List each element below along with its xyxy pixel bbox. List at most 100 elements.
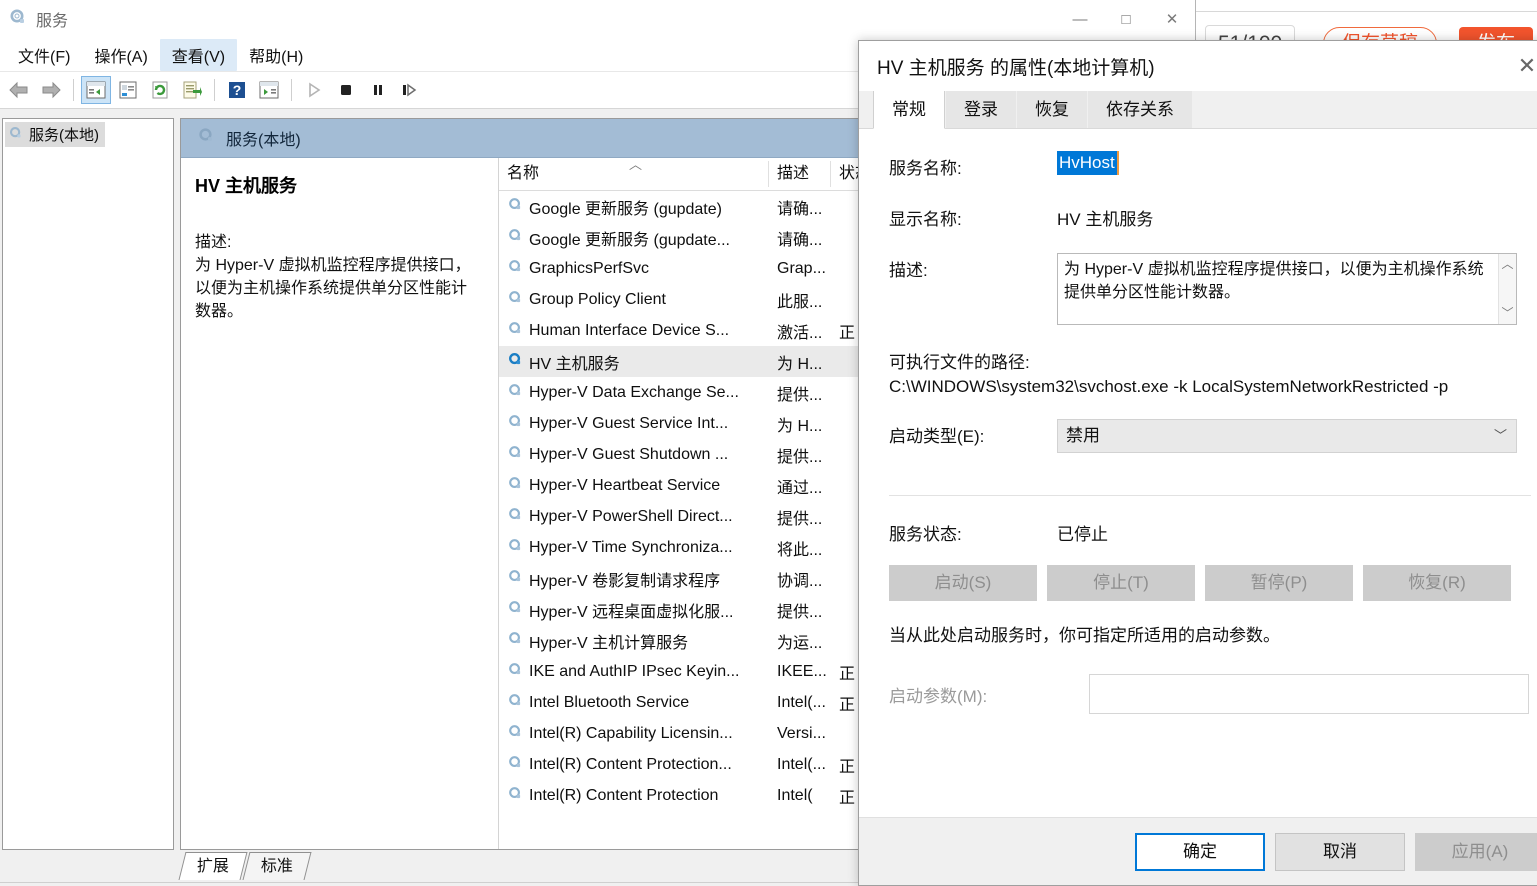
service-name-text: Google 更新服务 (gupdate... <box>529 231 730 249</box>
scroll-down-icon[interactable]: ﹀ <box>1501 305 1513 322</box>
refresh-icon[interactable] <box>145 76 175 104</box>
pause-service-icon[interactable] <box>363 76 393 104</box>
service-name-text: Intel(R) Content Protection... <box>529 755 732 773</box>
startup-type-label: 启动类型(E): <box>889 427 985 446</box>
properties-icon[interactable] <box>113 76 143 104</box>
menu-action[interactable]: 操作(A) <box>82 39 159 71</box>
column-header-description[interactable]: 描述 <box>769 161 831 187</box>
list-header-title: 服务(本地) <box>226 132 301 149</box>
pause-service-button[interactable]: 暂停(P) <box>1205 565 1353 601</box>
dialog-title: HV 主机服务 的属性(本地计算机) <box>877 57 1155 79</box>
menu-help[interactable]: 帮助(H) <box>237 39 315 71</box>
back-arrow-icon[interactable] <box>4 76 34 104</box>
show-action-pane-icon[interactable] <box>254 76 284 104</box>
menu-view[interactable]: 查看(V) <box>159 38 238 71</box>
display-name-label: 显示名称: <box>889 210 962 229</box>
cell-description: 请确... <box>777 231 823 249</box>
services-titlebar[interactable]: 服务 — □ ✕ <box>0 0 1195 38</box>
help-icon[interactable]: ? <box>222 76 252 104</box>
tab-recovery[interactable]: 恢复 <box>1017 88 1087 128</box>
description-textarea[interactable]: 为 Hyper-V 虚拟机监控程序提供接口，以便为主机操作系统提供单分区性能计数… <box>1057 253 1517 325</box>
exe-path-value: C:\WINDOWS\system32\svchost.exe -k Local… <box>889 377 1449 396</box>
service-name-text: GraphicsPerfSvc <box>529 259 650 277</box>
service-name-text: Hyper-V PowerShell Direct... <box>529 507 733 525</box>
description-label: 描述: <box>889 261 928 280</box>
cell-description: 为 H... <box>777 355 823 373</box>
cell-description: 将此... <box>777 541 823 559</box>
ok-button[interactable]: 确定 <box>1135 832 1265 871</box>
service-gear-icon <box>507 754 524 776</box>
tab-extended[interactable]: 扩展 <box>178 852 248 880</box>
tab-logon[interactable]: 登录 <box>946 88 1016 128</box>
service-name-text: Intel(R) Content Protection <box>529 786 719 804</box>
service-name-value[interactable]: HvHost <box>1057 151 1119 175</box>
tab-dependencies[interactable]: 依存关系 <box>1088 88 1192 128</box>
restart-service-icon[interactable] <box>395 76 425 104</box>
service-gear-icon <box>507 196 524 218</box>
startup-type-select[interactable]: 禁用 ﹀ <box>1057 419 1517 453</box>
cancel-button[interactable]: 取消 <box>1275 832 1405 871</box>
stop-service-icon[interactable] <box>331 76 361 104</box>
startup-params-hint: 当从此处启动服务时，你可指定所适用的启动参数。 <box>889 626 1280 645</box>
maximize-button[interactable]: □ <box>1103 0 1149 38</box>
cell-service-name: Hyper-V 卷影复制请求程序 <box>499 567 769 591</box>
start-service-icon[interactable] <box>299 76 329 104</box>
cell-service-name: Google 更新服务 (gupdate) <box>499 195 769 219</box>
service-properties-dialog: HV 主机服务 的属性(本地计算机) ✕ 常规 登录 恢复 依存关系 服务名称:… <box>858 40 1537 886</box>
service-name-text: Hyper-V Guest Service Int... <box>529 414 729 432</box>
detail-description-label: 描述: <box>195 234 232 251</box>
tree-pane: 服务(本地) <box>2 118 174 850</box>
service-name-text: Human Interface Device S... <box>529 321 730 339</box>
service-gear-icon <box>507 289 524 311</box>
cell-service-name: HV 主机服务 <box>499 350 769 374</box>
cell-description: IKEE... <box>777 662 827 680</box>
service-name-text: Group Policy Client <box>529 290 666 308</box>
cell-description: 激活... <box>777 324 823 342</box>
tree-gear-icon <box>8 125 24 145</box>
description-row: 描述: 为 Hyper-V 虚拟机监控程序提供接口，以便为主机操作系统提供单分区… <box>889 253 1531 325</box>
cell-service-name: IKE and AuthIP IPsec Keyin... <box>499 661 769 683</box>
cell-description: 提供... <box>777 510 823 528</box>
dialog-close-icon[interactable]: ✕ <box>1497 41 1537 91</box>
forward-arrow-icon[interactable] <box>36 76 66 104</box>
service-gear-icon <box>507 599 524 621</box>
dialog-titlebar[interactable]: HV 主机服务 的属性(本地计算机) ✕ <box>859 41 1537 91</box>
service-name-text: Hyper-V Time Synchroniza... <box>529 538 733 556</box>
service-name-row: 服务名称: HvHost <box>889 151 1531 179</box>
cell-description: 提供... <box>777 386 823 404</box>
scroll-up-icon[interactable]: ︿ <box>1501 256 1513 273</box>
resume-service-button[interactable]: 恢复(R) <box>1363 565 1511 601</box>
show-hide-tree-icon[interactable] <box>81 76 111 104</box>
start-params-input[interactable] <box>1089 674 1529 714</box>
cell-service-name: Hyper-V Time Synchroniza... <box>499 537 769 559</box>
service-name-text: Intel Bluetooth Service <box>529 693 690 711</box>
description-scrollbar[interactable]: ︿ ﹀ <box>1498 254 1516 324</box>
export-list-icon[interactable] <box>177 76 207 104</box>
display-name-value[interactable]: HV 主机服务 <box>1057 202 1153 230</box>
tab-standard[interactable]: 标准 <box>242 852 312 880</box>
service-name-text: Google 更新服务 (gupdate) <box>529 200 722 218</box>
service-gear-icon <box>507 537 524 559</box>
service-gear-icon <box>507 475 524 497</box>
startup-type-row: 启动类型(E): 禁用 ﹀ <box>889 419 1531 453</box>
dialog-content-general: 服务名称: HvHost 显示名称: HV 主机服务 描述: 为 Hyper-V… <box>859 129 1537 817</box>
cell-service-name: Hyper-V 主机计算服务 <box>499 629 769 653</box>
apply-button[interactable]: 应用(A) <box>1415 832 1537 871</box>
close-button[interactable]: ✕ <box>1149 0 1195 38</box>
cell-description: 协调... <box>777 572 823 590</box>
menu-file[interactable]: 文件(F) <box>6 39 82 71</box>
tab-general[interactable]: 常规 <box>873 87 945 129</box>
tree-node-services-local[interactable]: 服务(本地) <box>5 122 105 147</box>
start-params-label: 启动参数(M): <box>889 686 988 706</box>
view-tabs-strip: 扩展 标准 <box>178 850 312 880</box>
exe-path-label: 可执行文件的路径: <box>889 353 1030 372</box>
start-service-button[interactable]: 启动(S) <box>889 565 1037 601</box>
service-gear-icon <box>507 568 524 590</box>
service-gear-icon <box>507 413 524 435</box>
stop-service-button[interactable]: 停止(T) <box>1047 565 1195 601</box>
minimize-button[interactable]: — <box>1057 0 1103 38</box>
service-gear-icon <box>507 351 524 373</box>
cell-service-name: Hyper-V Heartbeat Service <box>499 475 769 497</box>
sort-ascending-icon: ︿ <box>629 158 643 172</box>
service-name-label: 服务名称: <box>889 159 962 178</box>
